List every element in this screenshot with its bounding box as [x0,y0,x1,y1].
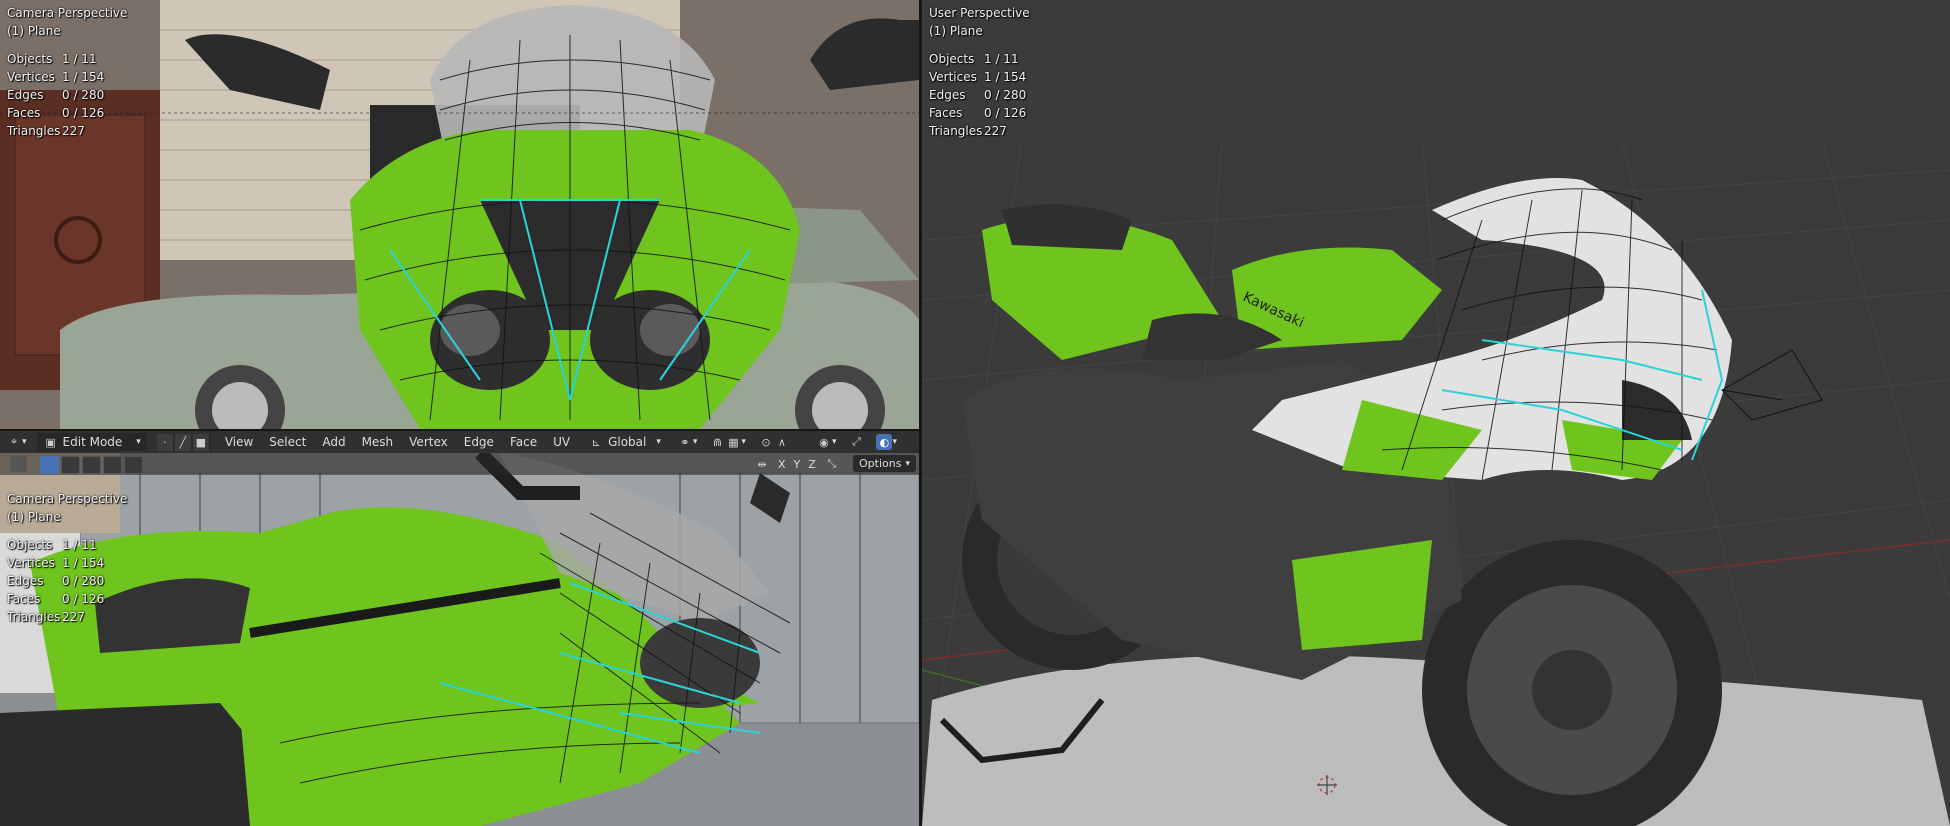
tool-settings-bar: ⇹ X Y Z ⤡ Options ▾ [0,453,919,475]
menu-vertex[interactable]: Vertex [401,432,456,452]
menu-mesh[interactable]: Mesh [354,432,402,452]
transform-orientation-dropdown[interactable]: ⊾ Global ▾ [582,433,667,451]
camera-background-image [0,0,919,429]
overlays-button[interactable]: ◐ ▾ [870,432,903,452]
snap-icon: ⋒ [712,435,723,449]
3d-viewport-icon: ⌖ [10,435,18,448]
viewport-top-left[interactable]: Camera Perspective (1) Plane Objects 1 / … [0,0,919,429]
mirror-icon: ⇹ [757,457,767,471]
mode-label: Edit Mode [62,435,123,449]
face-select-icon: ■ [192,433,210,451]
chevron-down-icon: ▾ [656,437,661,447]
select-mode-buttons: · ╱ ■ [156,433,211,451]
viewport-bottom-left[interactable]: Camera Perspective (1) Plane Objects 1 / … [0,453,919,826]
menu-uv[interactable]: UV [545,432,578,452]
snap-toggle[interactable]: ⋒ ▦ ▾ [703,432,752,452]
options-label: Options [859,457,902,470]
edge-select-icon: ╱ [174,433,192,451]
axis-y-toggle[interactable]: Y [792,458,803,471]
visibility-button[interactable]: ◉ ▾ [810,432,843,452]
vertex-select-icon: · [156,433,174,451]
face-select-button[interactable]: ■ [192,433,211,451]
auto-merge-icon[interactable]: ⤡ [822,456,842,472]
proportional-icon: ⊙ [761,435,771,449]
chevron-down-icon: ▾ [905,458,910,469]
editor-type-button[interactable]: ⌖ ▾ [0,432,33,452]
pivot-point-button[interactable]: ⚭ ▾ [671,432,704,452]
edit-mode-icon: ▣ [45,435,56,449]
gizmo-button[interactable]: ⤢ [842,432,870,452]
options-dropdown[interactable]: Options ▾ [853,455,916,472]
select-invert-button[interactable] [103,456,122,474]
menu-add[interactable]: Add [314,432,353,452]
eye-icon: ◉ [819,435,829,449]
viewport-right[interactable]: Kawasaki User Perspective (1) Plane Obje… [922,0,1950,826]
viewport-header: ⌖ ▾ ▣ Edit Mode ▾ · ╱ ■ View Select Add M… [0,431,919,453]
selection-mode-buttons [40,456,143,474]
orientation-icon: ⊾ [591,435,601,449]
pivot-icon: ⚭ [680,435,690,449]
axis-z-toggle[interactable]: Z [806,458,818,471]
snap-grid-icon: ▦ [728,435,739,449]
select-subtract-button[interactable] [82,456,101,474]
gizmo-icon: ⤢ [852,435,861,448]
axis-x-toggle[interactable]: X [776,458,788,471]
menu-face[interactable]: Face [502,432,545,452]
3d-scene-render: Kawasaki [922,0,1950,826]
falloff-icon: ∧ [777,435,786,449]
proportional-editing-toggle[interactable]: ⊙ ∧ [752,432,796,452]
menu-edge[interactable]: Edge [456,432,502,452]
overlays-icon: ◐ [876,434,893,450]
menu-view[interactable]: View [217,432,261,452]
mode-dropdown[interactable]: ▣ Edit Mode ▾ [36,433,147,451]
edge-select-button[interactable]: ╱ [174,433,193,451]
menu-select[interactable]: Select [261,432,314,452]
select-extend-button[interactable] [61,456,80,474]
toolbar-toggle-button[interactable] [10,456,27,472]
mirror-axis-toggles: ⇹ X Y Z ⤡ [752,456,842,472]
camera-background-image [0,453,919,826]
select-new-button[interactable] [40,456,59,474]
orientation-label: Global [608,435,647,449]
chevron-down-icon: ▾ [136,437,141,447]
select-intersect-button[interactable] [124,456,143,474]
vertex-select-button[interactable]: · [156,433,175,451]
